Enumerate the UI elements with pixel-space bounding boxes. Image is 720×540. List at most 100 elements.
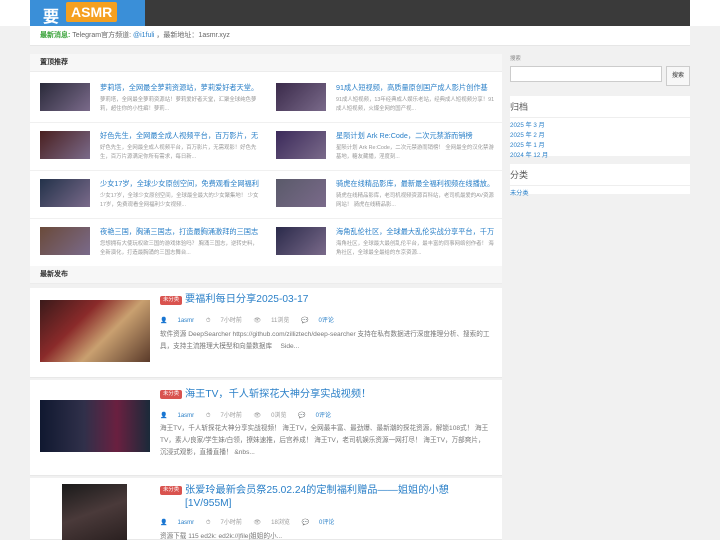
- featured-title-link[interactable]: 星陨计划 Ark Re:Code，二次元禁游而销榜: [336, 131, 496, 141]
- eye-icon: 👁: [253, 520, 262, 526]
- post-comments[interactable]: 0评论: [316, 413, 331, 419]
- featured-excerpt: 星陨计划 Ark Re:Code，二次元禁游而销榜！ 全网最全的汉化禁游基地，糖…: [336, 145, 494, 160]
- post-views: 11浏览: [271, 318, 290, 324]
- featured-thumbnail[interactable]: [276, 179, 326, 207]
- post-comments[interactable]: 0评论: [319, 520, 334, 526]
- latest-title: 最新发布: [30, 266, 502, 284]
- clock-icon: ⏱: [205, 318, 211, 324]
- post-meta: 👤 1asmr ⏱ 7小时前 👁 11浏览 💬 0评论: [160, 315, 344, 325]
- featured-thumbnail[interactable]: [40, 227, 90, 255]
- featured-thumbnail[interactable]: [276, 131, 326, 159]
- post-thumbnail[interactable]: [62, 484, 127, 540]
- archive-link[interactable]: 2024 年 12 月: [510, 151, 690, 161]
- featured-title-link[interactable]: 91成人短视频，高质量原创国产成人影片创作基: [336, 83, 496, 93]
- featured-panel: 置顶推荐 萝莉塔，全网最全萝莉资源站，萝莉爱好者天堂。 萝莉塔，全网最全萝莉资源站…: [30, 54, 502, 283]
- nav-bar: [145, 0, 690, 26]
- featured-title: 置顶推荐: [30, 54, 502, 72]
- post-item: 未分类 海王TV，千人斩探花大神分享实战视频！ 👤 1asmr ⏱ 7小时前 👁 0浏…: [30, 380, 502, 476]
- featured-excerpt: 少女17岁，全球少女原创空间，全球最全最大的少女聚集地！ 少女17岁，免费观看全…: [100, 193, 259, 208]
- author-icon: 👤: [160, 413, 168, 419]
- post-title-link[interactable]: 张爱玲最新会员祭25.02.24的定制福利赠品——姐姐的小憩[1V/955M]: [185, 484, 495, 510]
- logo-asmr-text: ASMR: [66, 2, 118, 22]
- news-text-a: Telegram官方频道:: [70, 32, 133, 39]
- post-comments[interactable]: 0评论: [319, 318, 334, 324]
- featured-item: 骑虎在线精品影库，最新最全福利视频在线播放。骑虎在线精品影库，老司机视频资源百科…: [266, 172, 502, 219]
- featured-excerpt: 海角社区，全球最大最创乱伦平台，最丰富的同事网络创作者！ 海角社区，全球最全最给…: [336, 241, 494, 256]
- post-excerpt: 软件资源 DeepSearcher https://github.com/zil…: [160, 331, 490, 350]
- featured-item: 91成人短视频，高质量原创国产成人影片创作基 91成人短视频，13年经典成人娱乐老…: [266, 76, 502, 123]
- archive-link[interactable]: 2025 年 3 月: [510, 121, 690, 131]
- featured-thumbnail[interactable]: [276, 83, 326, 111]
- category-title: 分类: [510, 168, 690, 186]
- featured-item: 海角乱伦社区，全球最大乱伦实战分享平台，千万海角社区，全球最大最创乱伦平台，最丰…: [266, 220, 502, 267]
- logo-cn-text: 要: [43, 7, 60, 26]
- featured-thumbnail[interactable]: [40, 83, 90, 111]
- featured-title-link[interactable]: 夜艳三国，胸涌三国志，打造最胸涌激拜的三国志: [100, 227, 260, 237]
- featured-excerpt: 好色先生，全网最全成人视频平台，百万影片，无需观影！好色先生，百万片源满足你所有…: [100, 145, 257, 160]
- post-item: 未分类 张爱玲最新会员祭25.02.24的定制福利赠品——姐姐的小憩[1V/95…: [30, 478, 502, 540]
- featured-thumbnail[interactable]: [40, 179, 90, 207]
- featured-excerpt: 91成人短视频，13年经典成人娱乐老站，经典成人短视频分享！91成人短视频，火爆…: [336, 97, 495, 112]
- news-ticker: 最新消息: Telegram官方频道: @i1fuli ，最新地址：1asmr.…: [30, 26, 690, 46]
- author-icon: 👤: [160, 318, 168, 324]
- category-badge[interactable]: 未分类: [160, 486, 183, 495]
- featured-thumbnail[interactable]: [40, 131, 90, 159]
- site-header: 要 ASMR: [0, 0, 720, 26]
- featured-excerpt: 骑虎在线精品影库，老司机视频资源百科站，老司机最爱的AV资源网站！ 骑虎在线精品…: [336, 193, 494, 208]
- post-meta: 👤 1asmr ⏱ 7小时前 👁 0浏览 💬 0评论: [160, 410, 341, 420]
- search-button[interactable]: 搜索: [666, 66, 690, 86]
- featured-title-link[interactable]: 少女17岁，全球少女原创空间，免费观看全网福利: [100, 179, 260, 189]
- post-title-link[interactable]: 要福利每日分享2025-03-17: [185, 293, 495, 306]
- featured-grid: 萝莉塔，全网最全萝莉资源站，萝莉爱好者天堂。萝莉塔，全网最全萝莉资源站！萝莉爱好…: [30, 72, 502, 283]
- archive-title: 归档: [510, 100, 690, 118]
- archive-widget: 归档 2025 年 3 月 2025 年 2 月 2025 年 1 月 2024…: [510, 96, 690, 159]
- post-author[interactable]: 1asmr: [177, 413, 194, 419]
- featured-item: 好色先生，全网最全成人视频平台，百万影片，无好色先生，全网最全成人视频平台，百万…: [30, 124, 266, 171]
- post-time: 7小时前: [220, 413, 242, 419]
- post-thumbnail[interactable]: [40, 400, 150, 452]
- post-item: 未分类 要福利每日分享2025-03-17 👤 1asmr ⏱ 7小时前 👁 11浏览…: [30, 288, 502, 378]
- search-label: 搜索: [510, 56, 521, 62]
- telegram-link[interactable]: @i1fuli: [133, 32, 155, 39]
- category-badge[interactable]: 未分类: [160, 296, 183, 305]
- featured-item: 夜艳三国，胸涌三国志，打造最胸涌激拜的三国志您想拥有大使玩权欲三国的游戏体验吗？…: [30, 220, 266, 267]
- comment-icon: 💬: [301, 520, 309, 526]
- featured-title-link[interactable]: 萝莉塔，全网最全萝莉资源站，萝莉爱好者天堂。: [100, 83, 260, 93]
- post-meta: 👤 1asmr ⏱ 7小时前 👁 18浏览 💬 0评论: [160, 517, 344, 527]
- clock-icon: ⏱: [205, 413, 211, 419]
- comment-icon: 💬: [298, 413, 306, 419]
- featured-item: 萝莉塔，全网最全萝莉资源站，萝莉爱好者天堂。萝莉塔，全网最全萝莉资源站！萝莉爱好…: [30, 76, 266, 123]
- eye-icon: 👁: [253, 413, 262, 419]
- featured-item: 少女17岁，全球少女原创空间，免费观看全网福利少女17岁，全球少女原创空间，全球…: [30, 172, 266, 219]
- eye-icon: 👁: [253, 318, 262, 324]
- clock-icon: ⏱: [205, 520, 211, 526]
- post-excerpt: 海王TV，千人斩探花大神分享实战视频！ 海王TV，全网最丰富、最劲爆、最新潮的探…: [160, 425, 489, 456]
- news-text-b: ，最新地址：1asmr.xyz: [154, 32, 230, 39]
- comment-icon: 💬: [301, 318, 309, 324]
- post-excerpt: 资源下载 115 ed2k: ed2k://|file|姐姐的小...: [160, 533, 283, 540]
- archive-link[interactable]: 2025 年 1 月: [510, 141, 690, 151]
- post-time: 7小时前: [220, 318, 242, 324]
- post-views: 18浏览: [271, 520, 290, 526]
- post-time: 7小时前: [220, 520, 242, 526]
- featured-title-link[interactable]: 好色先生，全网最全成人视频平台，百万影片，无: [100, 131, 260, 141]
- post-author[interactable]: 1asmr: [177, 520, 194, 526]
- featured-excerpt: 您想拥有大使玩权欲三国的游戏体验吗？ 胸涌三国志，逆转史料，全新演化，打造最胸涌…: [100, 241, 258, 256]
- category-widget: 分类 未分类: [510, 164, 690, 197]
- post-author[interactable]: 1asmr: [177, 318, 194, 324]
- featured-title-link[interactable]: 海角乱伦社区，全球最大乱伦实战分享平台，千万: [336, 227, 496, 237]
- category-badge[interactable]: 未分类: [160, 390, 183, 399]
- featured-item: 星陨计划 Ark Re:Code，二次元禁游而销榜星陨计划 Ark Re:Cod…: [266, 124, 502, 171]
- post-thumbnail[interactable]: [40, 300, 150, 362]
- post-views: 0浏览: [271, 413, 287, 419]
- news-label: 最新消息:: [40, 32, 71, 39]
- post-title-link[interactable]: 海王TV，千人斩探花大神分享实战视频！: [185, 388, 495, 401]
- featured-excerpt: 萝莉塔，全网最全萝莉资源站！萝莉爱好者天堂，汇聚全球纯色萝莉，超住你的小性癖！萝…: [100, 97, 257, 112]
- search-input[interactable]: [510, 66, 662, 82]
- category-link[interactable]: 未分类: [510, 189, 690, 199]
- featured-title-link[interactable]: 骑虎在线精品影库，最新最全福利视频在线播放。: [336, 179, 496, 189]
- site-logo[interactable]: 要 ASMR: [30, 0, 145, 26]
- featured-thumbnail[interactable]: [276, 227, 326, 255]
- latest-panel: 最新发布: [30, 266, 502, 284]
- archive-link[interactable]: 2025 年 2 月: [510, 131, 690, 141]
